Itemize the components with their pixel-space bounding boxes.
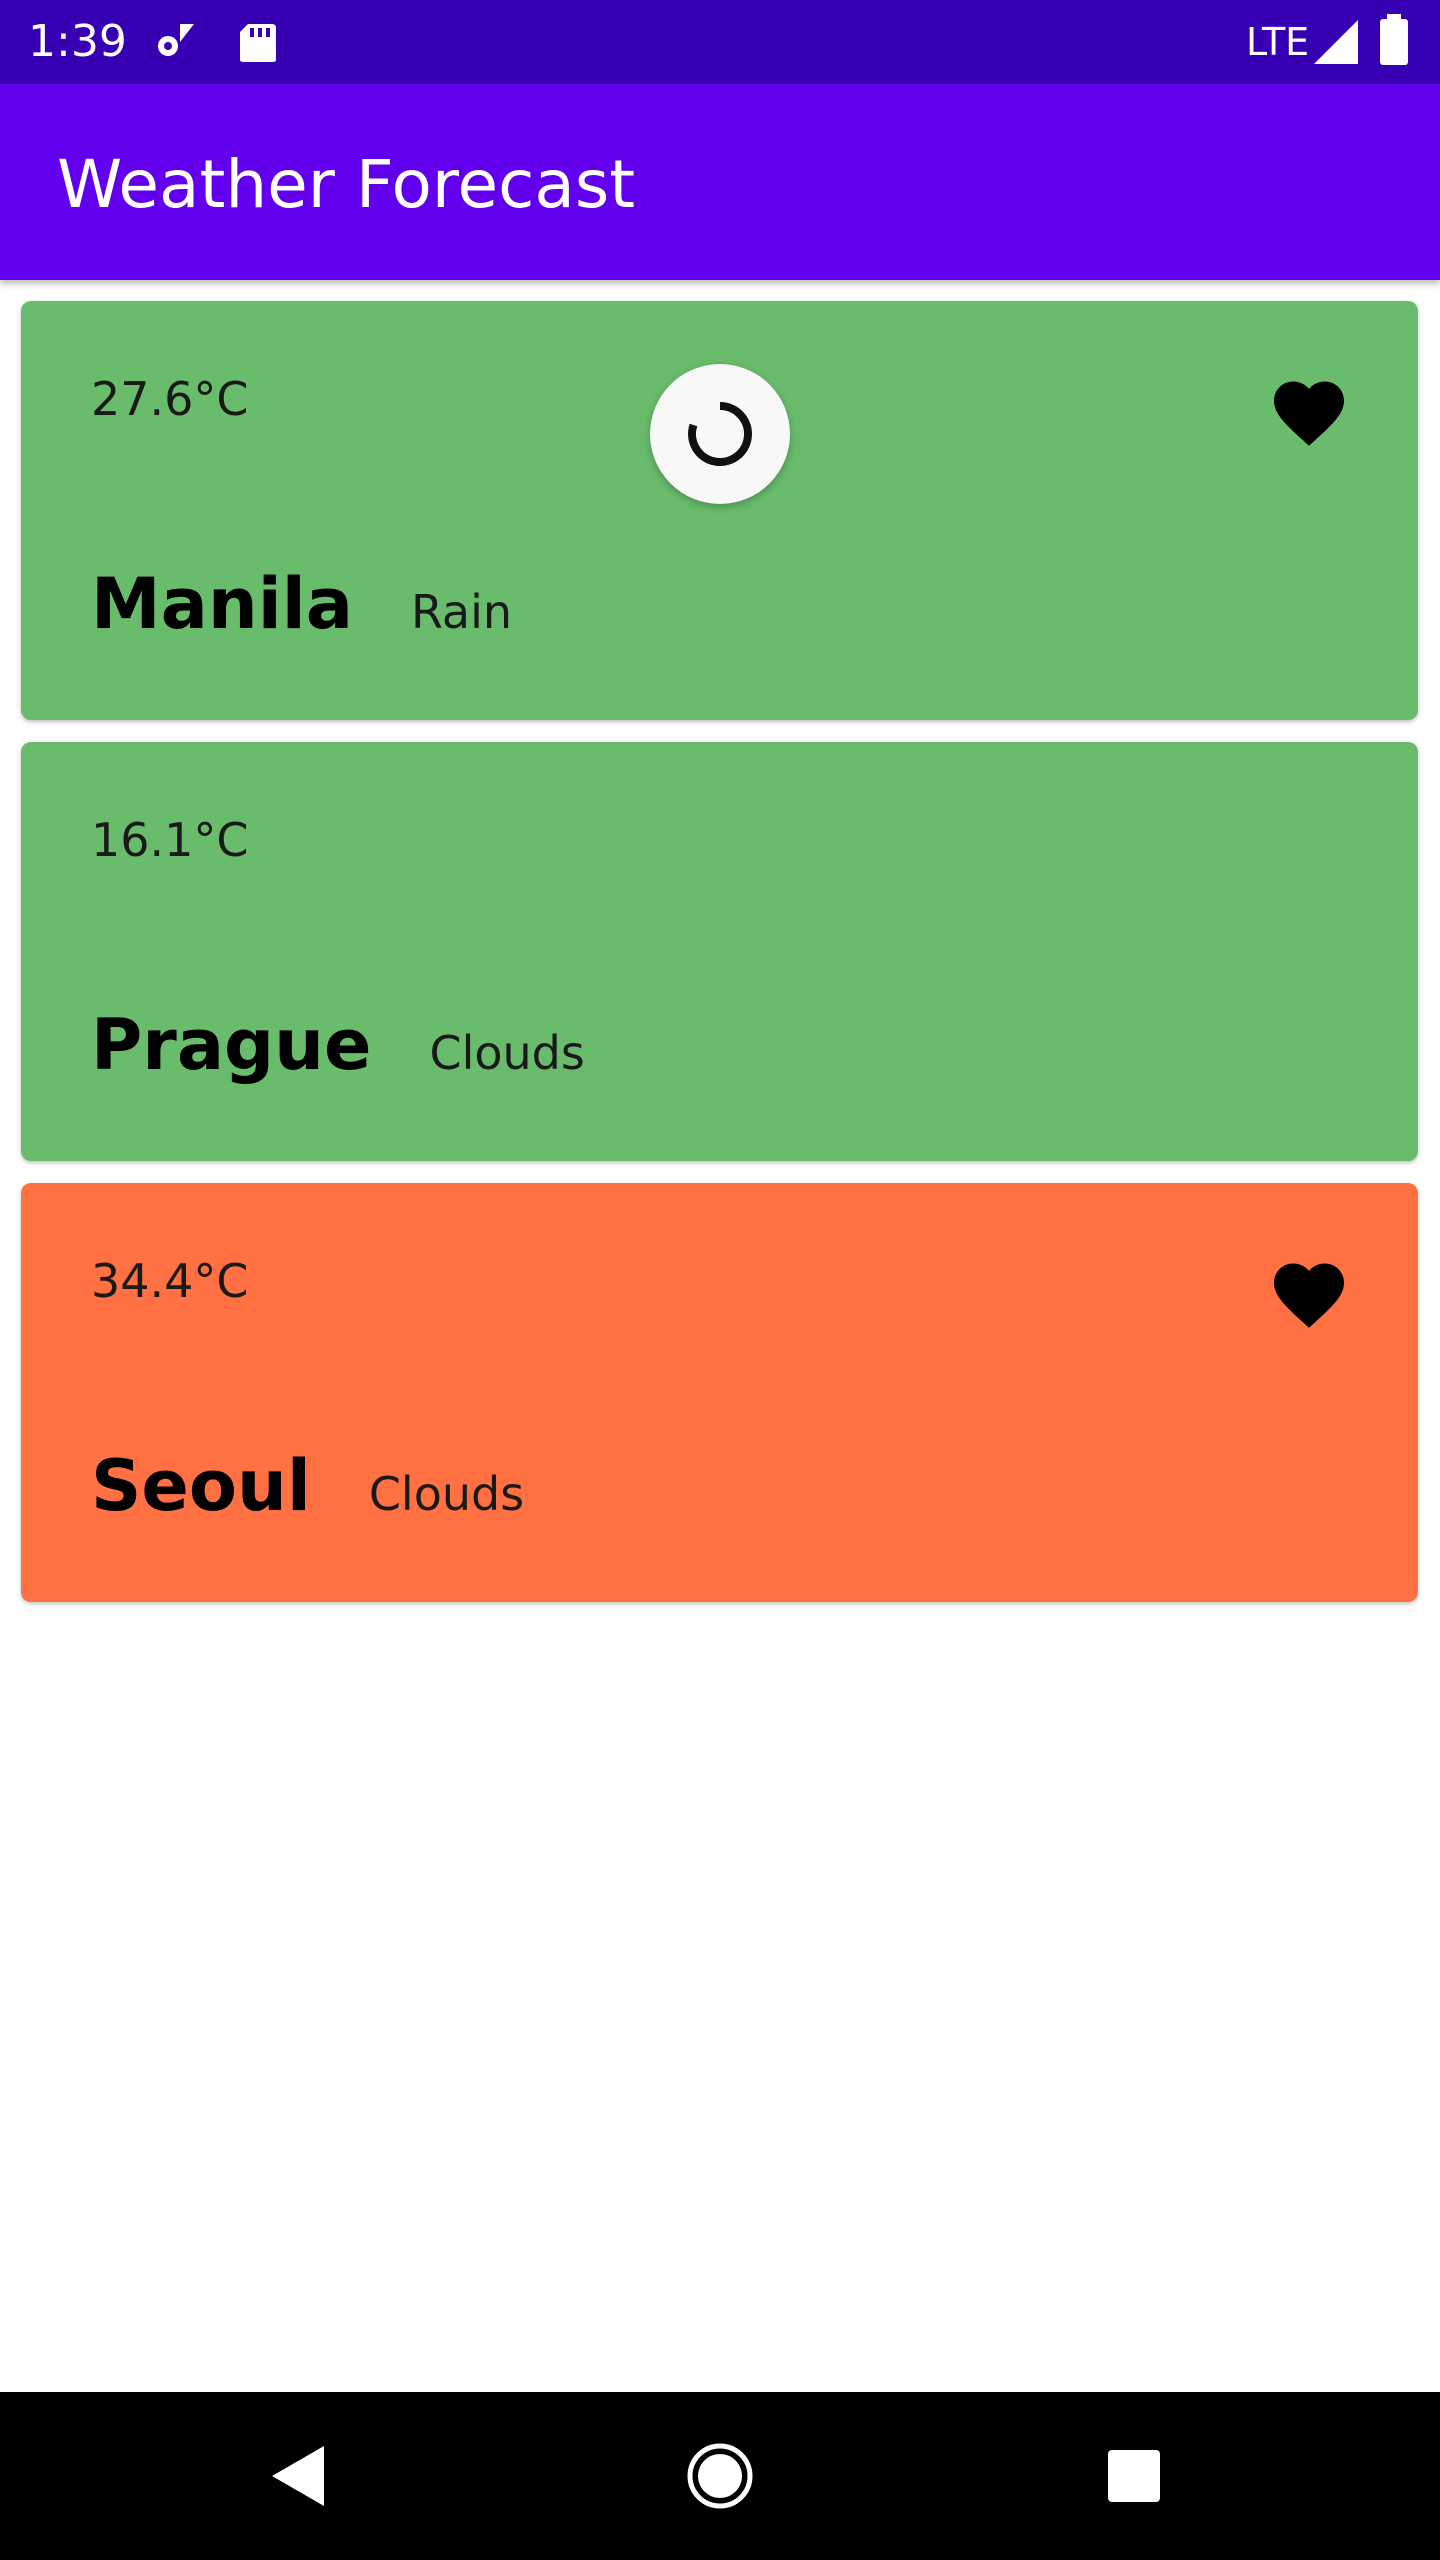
city-name: Prague	[91, 1004, 372, 1086]
network-type: LTE	[1246, 20, 1310, 64]
navigation-bar	[0, 2392, 1440, 2560]
city-name: Manila	[91, 563, 353, 645]
temperature-label: 34.4°C	[91, 1254, 249, 1308]
battery-icon	[1378, 14, 1426, 65]
settings-icon	[150, 18, 198, 66]
city-name: Seoul	[91, 1445, 311, 1527]
recents-icon[interactable]	[1090, 2432, 1178, 2520]
refresh-spinner	[650, 364, 790, 504]
weather-card-seoul[interactable]: 34.4°C Seoul Clouds	[21, 1183, 1418, 1602]
app-title: Weather Forecast	[57, 146, 636, 223]
temperature-label: 27.6°C	[91, 372, 249, 426]
app-bar: Weather Forecast	[0, 84, 1440, 280]
home-icon[interactable]	[676, 2432, 764, 2520]
status-bar: 1:39 LTE	[0, 0, 1440, 84]
refresh-spinner-icon	[688, 402, 752, 466]
weather-card-prague[interactable]: 16.1°C Prague Clouds	[21, 742, 1418, 1161]
back-icon[interactable]	[254, 2432, 342, 2520]
weather-condition: Clouds	[368, 1467, 525, 1521]
weather-condition: Rain	[410, 585, 513, 639]
favorite-heart-icon[interactable]	[1267, 1253, 1351, 1337]
favorite-heart-icon[interactable]	[1267, 371, 1351, 455]
temperature-label: 16.1°C	[91, 813, 249, 867]
status-time: 1:39	[28, 16, 127, 67]
sd-card-icon	[234, 18, 282, 66]
weather-condition: Clouds	[429, 1026, 585, 1080]
signal-icon	[1312, 16, 1360, 64]
